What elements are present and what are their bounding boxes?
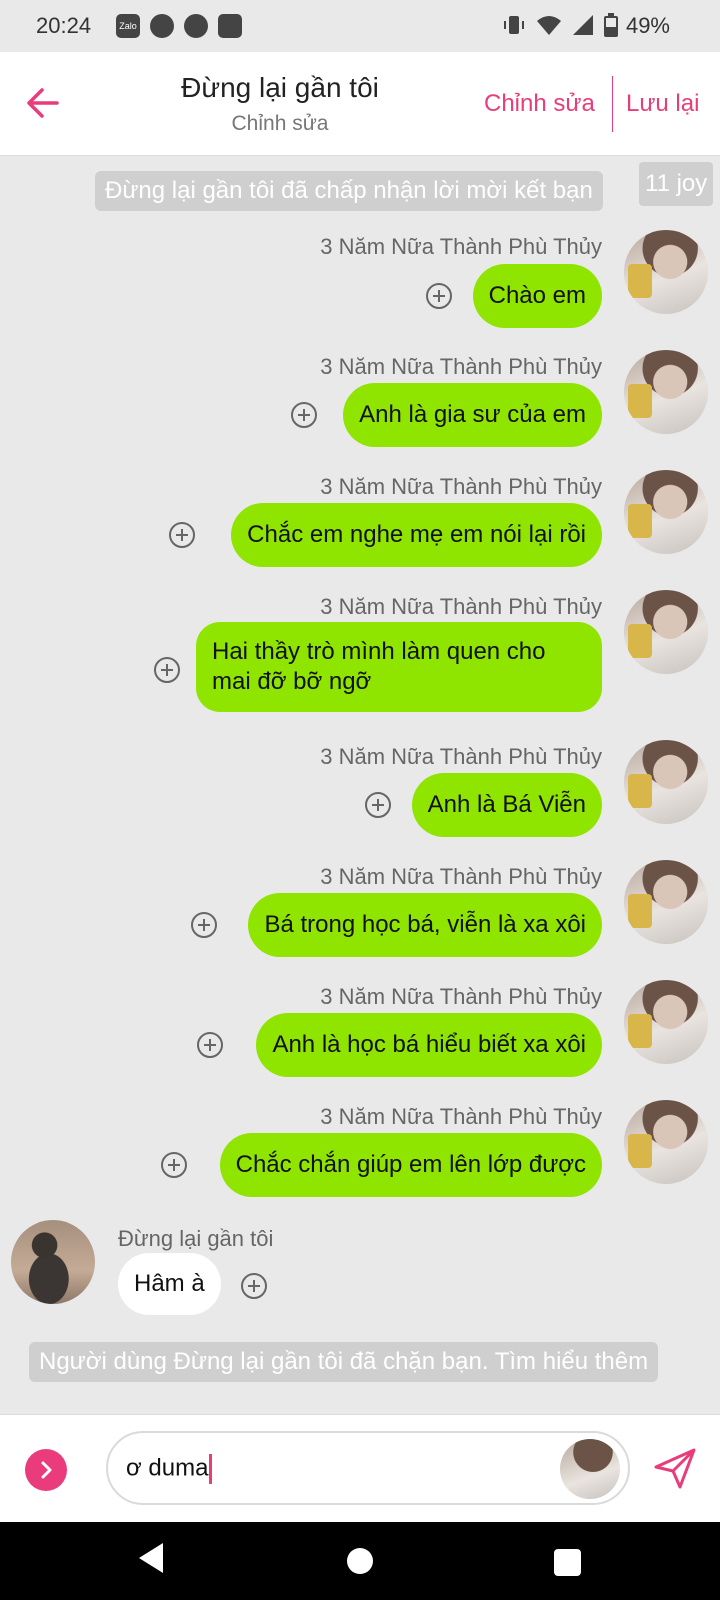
arrow-left-icon [27, 88, 59, 118]
message-bubble[interactable]: Hai thầy trò mình làm quen cho mai đỡ bỡ… [196, 622, 602, 712]
message-sender: 3 Năm Nữa Thành Phù Thủy [320, 234, 602, 259]
blocked-notice[interactable]: Người dùng Đừng lại gần tôi đã chặn bạn.… [29, 1342, 659, 1382]
battery-percent: 49% [625, 13, 670, 38]
message-sender: 3 Năm Nữa Thành Phù Thủy [320, 1104, 602, 1129]
facebook-icon [184, 14, 208, 38]
nav-recents-icon[interactable] [554, 1549, 581, 1576]
signal-icon [573, 15, 593, 35]
avatar[interactable] [624, 470, 708, 554]
message-sender: 3 Năm Nữa Thành Phù Thủy [320, 744, 602, 769]
message-bubble[interactable]: Anh là gia sư của em [343, 383, 602, 447]
message-bubble[interactable]: Bá trong học bá, viễn là xa xôi [248, 893, 602, 957]
sender-avatar-switch[interactable] [560, 1439, 620, 1499]
storage-warning-icon [218, 14, 242, 38]
message-sender: 3 Năm Nữa Thành Phù Thủy [320, 354, 602, 379]
message-bubble[interactable]: Hâm à [118, 1253, 221, 1315]
wifi-icon [537, 16, 561, 35]
add-reaction-icon[interactable] [154, 657, 180, 683]
message-input[interactable]: ơ duma [106, 1431, 630, 1505]
contact-avatar[interactable] [11, 1220, 95, 1304]
avatar[interactable] [624, 980, 708, 1064]
add-reaction-icon[interactable] [161, 1152, 187, 1178]
message-sender: 3 Năm Nữa Thành Phù Thủy [320, 594, 602, 619]
notification-icons: Zalo [116, 14, 242, 38]
add-reaction-icon[interactable] [365, 792, 391, 818]
message-bubble[interactable]: Chắc chắn giúp em lên lớp được [219, 1133, 602, 1197]
zalo-icon: Zalo [116, 14, 140, 38]
nav-back-icon[interactable] [137, 1541, 165, 1575]
message-bubble[interactable]: Anh là Bá Viễn [411, 773, 602, 837]
add-reaction-icon[interactable] [241, 1273, 267, 1299]
expand-button[interactable] [25, 1449, 67, 1491]
avatar[interactable] [624, 1100, 708, 1184]
send-icon [654, 1448, 696, 1489]
vibrate-icon [504, 16, 524, 34]
avatar[interactable] [624, 350, 708, 434]
message-sender: 3 Năm Nữa Thành Phù Thủy [320, 984, 602, 1009]
add-reaction-icon[interactable] [426, 283, 452, 309]
avatar[interactable] [624, 230, 708, 314]
message-bubble[interactable]: Chắc em nghe mẹ em nói lại rồi [231, 503, 602, 567]
send-button[interactable] [652, 1445, 698, 1491]
message-bubble[interactable]: Anh là học bá hiểu biết xa xôi [256, 1013, 602, 1077]
message-sender: 3 Năm Nữa Thành Phù Thủy [320, 474, 602, 499]
back-button[interactable] [20, 78, 64, 128]
edit-button[interactable]: Chỉnh sửa [484, 90, 595, 118]
avatar[interactable] [624, 740, 708, 824]
text-caret [209, 1454, 213, 1484]
status-time: 20:24 [36, 13, 92, 38]
avatar[interactable] [624, 860, 708, 944]
message-input-value[interactable]: ơ duma [126, 1454, 213, 1484]
add-reaction-icon[interactable] [191, 912, 217, 938]
chevron-right-icon [41, 1461, 52, 1479]
add-reaction-icon[interactable] [291, 402, 317, 428]
avatar[interactable] [624, 590, 708, 674]
header-divider [612, 76, 613, 132]
message-sender: 3 Năm Nữa Thành Phù Thủy [320, 864, 602, 889]
save-button[interactable]: Lưu lại [626, 90, 699, 118]
chat-title: Đừng lại gần tôi [181, 72, 379, 103]
chat-header: Đừng lại gần tôi Chỉnh sửa Chỉnh sửa Lưu… [0, 52, 720, 156]
battery-icon [604, 13, 618, 37]
status-bar: 20:24 Zalo 49% [0, 0, 720, 52]
friend-accepted-notice: Đừng lại gần tôi đã chấp nhận lời mời kế… [95, 171, 603, 211]
message-sender: Đừng lại gần tôi [118, 1226, 274, 1251]
message-composer: ơ duma [0, 1414, 720, 1522]
system-navigation-bar [0, 1522, 720, 1600]
nav-home-icon[interactable] [347, 1548, 373, 1574]
message-bubble[interactable]: Chào em [472, 264, 602, 328]
joy-badge: 11 joy [639, 162, 714, 206]
chat-subtitle[interactable]: Chỉnh sửa [130, 112, 430, 136]
add-reaction-icon[interactable] [197, 1032, 223, 1058]
messenger-icon [150, 14, 174, 38]
system-icons [502, 13, 618, 37]
add-reaction-icon[interactable] [169, 522, 195, 548]
